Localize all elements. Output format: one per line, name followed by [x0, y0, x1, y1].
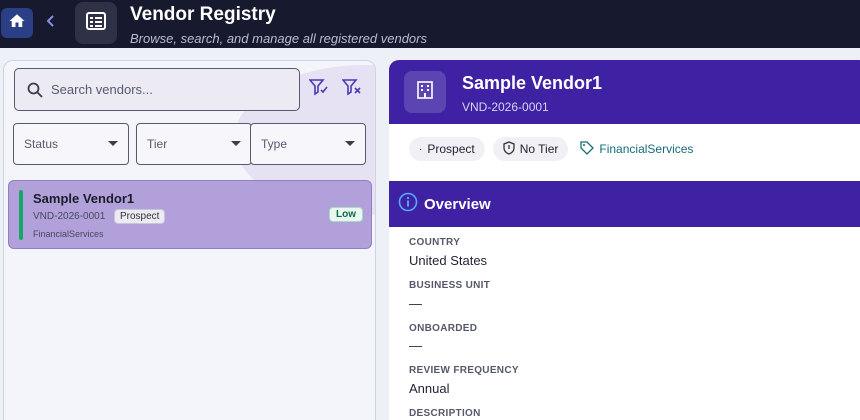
- stage-chip-label: Prospect: [427, 142, 475, 156]
- review-frequency-value: Annual: [409, 381, 450, 396]
- category-chip-label: FinancialServices: [599, 142, 694, 156]
- apply-filter-button[interactable]: [307, 77, 331, 101]
- stage-badge: Prospect: [114, 209, 166, 224]
- category-chip[interactable]: FinancialServices: [576, 137, 697, 161]
- stage-chip: · Prospect: [409, 137, 485, 161]
- back-button[interactable]: [40, 10, 62, 36]
- overview-section-header[interactable]: Overview: [389, 181, 860, 227]
- tag-icon: [580, 140, 599, 158]
- review-frequency-label: REVIEW FREQUENCY: [409, 365, 519, 376]
- onboarded-value: —: [409, 338, 422, 353]
- filter-clear-icon: [341, 78, 362, 101]
- clear-filter-button[interactable]: [340, 77, 364, 101]
- shield-icon: [503, 140, 520, 158]
- list-item[interactable]: Sample Vendor1 VND-2026-0001 Prospect Fi…: [8, 180, 372, 249]
- home-button[interactable]: [1, 8, 33, 38]
- chevron-down-icon: [345, 141, 355, 146]
- chevron-down-icon: [108, 141, 118, 146]
- search-input[interactable]: [51, 82, 281, 97]
- section-title: Overview: [424, 195, 491, 213]
- page-subtitle: Browse, search, and manage all registere…: [130, 31, 427, 46]
- business-unit-value: —: [409, 296, 422, 311]
- search-icon: [27, 82, 43, 98]
- chevron-down-icon: [231, 141, 241, 146]
- description-label: DESCRIPTION: [409, 408, 481, 419]
- status-select-label: Status: [24, 137, 59, 151]
- detail-code: VND-2026-0001: [462, 100, 549, 114]
- onboarded-label: ONBOARDED: [409, 323, 478, 334]
- search-box[interactable]: [14, 68, 300, 111]
- country-value: United States: [409, 253, 488, 268]
- detail-header: Sample Vendor1 VND-2026-0001: [389, 60, 860, 124]
- top-bar: Vendor Registry Browse, search, and mana…: [0, 0, 860, 48]
- risk-badge: Low: [329, 207, 363, 222]
- vendor-category: FinancialServices: [33, 229, 104, 239]
- tier-select-label: Tier: [147, 137, 168, 151]
- chip-row: · Prospect No Tier FinancialServices: [409, 137, 697, 161]
- filter-check-icon: [308, 78, 329, 101]
- app-icon-tile: [75, 2, 117, 44]
- info-icon: [398, 192, 418, 217]
- tier-select[interactable]: Tier: [136, 123, 252, 165]
- vendor-name: Sample Vendor1: [33, 191, 135, 206]
- tier-chip: No Tier: [492, 137, 569, 161]
- type-select-label: Type: [261, 137, 288, 151]
- detail-title: Sample Vendor1: [462, 73, 603, 93]
- page-title: Vendor Registry: [130, 4, 276, 25]
- vendor-detail-panel: Sample Vendor1 VND-2026-0001 · Prospect …: [389, 60, 860, 420]
- status-indicator: [19, 190, 23, 240]
- tier-chip-label: No Tier: [519, 142, 559, 156]
- dot-icon: ·: [419, 143, 423, 155]
- home-icon: [8, 12, 26, 35]
- vendor-list-panel: Status Tier Type Sample Vendor1 VND-2026…: [3, 60, 376, 420]
- status-select[interactable]: Status: [13, 123, 129, 165]
- chevron-left-icon: [45, 14, 57, 33]
- building-icon: [415, 80, 435, 105]
- vendor-code: VND-2026-0001: [33, 211, 106, 222]
- country-label: COUNTRY: [409, 237, 461, 248]
- table-list-icon: [86, 11, 106, 35]
- business-unit-label: BUSINESS UNIT: [409, 280, 491, 291]
- vendor-icon-tile: [404, 71, 446, 113]
- type-select[interactable]: Type: [250, 123, 366, 165]
